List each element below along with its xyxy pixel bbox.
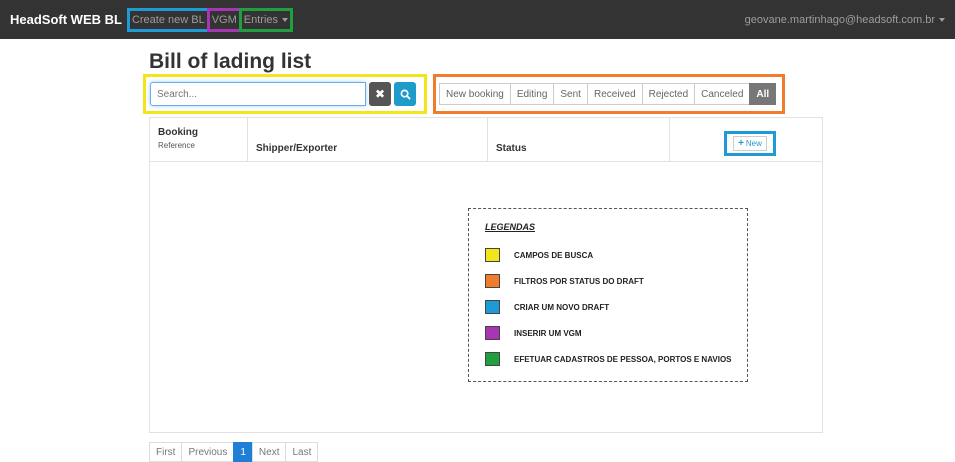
new-button-highlight: + New: [724, 131, 776, 156]
page-current-button[interactable]: 1: [233, 442, 253, 462]
legend-swatch-yellow: [485, 248, 500, 262]
status-filter-group: New booking Editing Sent Received Reject…: [433, 74, 785, 114]
column-booking: Booking Reference: [150, 118, 248, 162]
nav-entries-dropdown[interactable]: Entries: [238, 7, 294, 32]
top-navbar: HeadSoft WEB BL Create new BL VGM Entrie…: [0, 0, 955, 39]
nav-vgm[interactable]: VGM: [206, 7, 242, 32]
close-icon: ✖: [374, 87, 386, 101]
legend-item: CRIAR UM NOVO DRAFT: [485, 300, 609, 314]
legend-item-label: CRIAR UM NOVO DRAFT: [514, 302, 610, 312]
legend-item: CAMPOS DE BUSCA: [485, 248, 593, 262]
filter-new-booking[interactable]: New booking: [439, 83, 511, 105]
legend-item-label: CAMPOS DE BUSCA: [514, 250, 594, 260]
user-email: geovane.martinhago@headsoft.com.br: [744, 13, 935, 26]
nav-create-new-bl[interactable]: Create new BL: [126, 7, 210, 32]
filter-rejected[interactable]: Rejected: [641, 83, 696, 105]
filter-editing[interactable]: Editing: [509, 83, 555, 105]
table-header: Booking Reference Shipper/Exporter Statu…: [150, 118, 822, 162]
legend-swatch-purple: [485, 326, 500, 340]
nav-entries-label: Entries: [243, 13, 279, 26]
legend-swatch-green: [485, 352, 500, 366]
legend-item: FILTROS POR STATUS DO DRAFT: [485, 274, 644, 288]
legend-item: INSERIR UM VGM: [485, 326, 582, 340]
page-first-button[interactable]: First: [149, 442, 183, 462]
column-booking-title: Booking: [158, 127, 198, 138]
legend-title: LEGENDAS: [485, 222, 536, 232]
clear-search-button[interactable]: ✖: [369, 82, 391, 106]
legend-swatch-orange: [485, 274, 500, 288]
caret-down-icon: [282, 17, 289, 22]
page-previous-button[interactable]: Previous: [181, 442, 235, 462]
plus-icon: +: [738, 138, 744, 149]
filter-sent[interactable]: Sent: [553, 83, 588, 105]
filter-canceled[interactable]: Canceled: [694, 83, 751, 105]
user-menu[interactable]: geovane.martinhago@headsoft.com.br: [745, 14, 945, 26]
legend-box: LEGENDAS CAMPOS DE BUSCA FILTROS POR STA…: [468, 208, 748, 382]
legend-swatch-blue: [485, 300, 500, 314]
legend-item: EFETUAR CADASTROS DE PESSOA, PORTOS E NA…: [485, 352, 732, 366]
legend-item-label: EFETUAR CADASTROS DE PESSOA, PORTOS E NA…: [514, 354, 732, 364]
page-next-button[interactable]: Next: [251, 442, 287, 462]
column-shipper: Shipper/Exporter: [248, 118, 488, 162]
column-status: Status: [488, 118, 670, 162]
search-button[interactable]: [394, 82, 416, 106]
brand-logo[interactable]: HeadSoft WEB BL: [10, 12, 122, 27]
pagination: First Previous 1 Next Last: [149, 442, 319, 462]
column-status-label: Status: [496, 143, 527, 154]
search-group: ✖: [143, 74, 427, 114]
filter-received[interactable]: Received: [586, 83, 643, 105]
page-title: Bill of lading list: [149, 50, 312, 73]
filter-all[interactable]: All: [749, 83, 777, 105]
search-icon: [400, 89, 411, 100]
search-input[interactable]: [150, 82, 366, 106]
caret-down-icon: [939, 17, 945, 22]
page-last-button[interactable]: Last: [285, 442, 319, 462]
column-shipper-label: Shipper/Exporter: [256, 143, 338, 154]
new-button-label: New: [745, 139, 762, 148]
legend-item-label: INSERIR UM VGM: [514, 328, 582, 338]
new-draft-button[interactable]: + New: [733, 136, 767, 151]
legend-item-label: FILTROS POR STATUS DO DRAFT: [514, 276, 644, 286]
column-booking-subtitle: Reference: [158, 141, 195, 150]
